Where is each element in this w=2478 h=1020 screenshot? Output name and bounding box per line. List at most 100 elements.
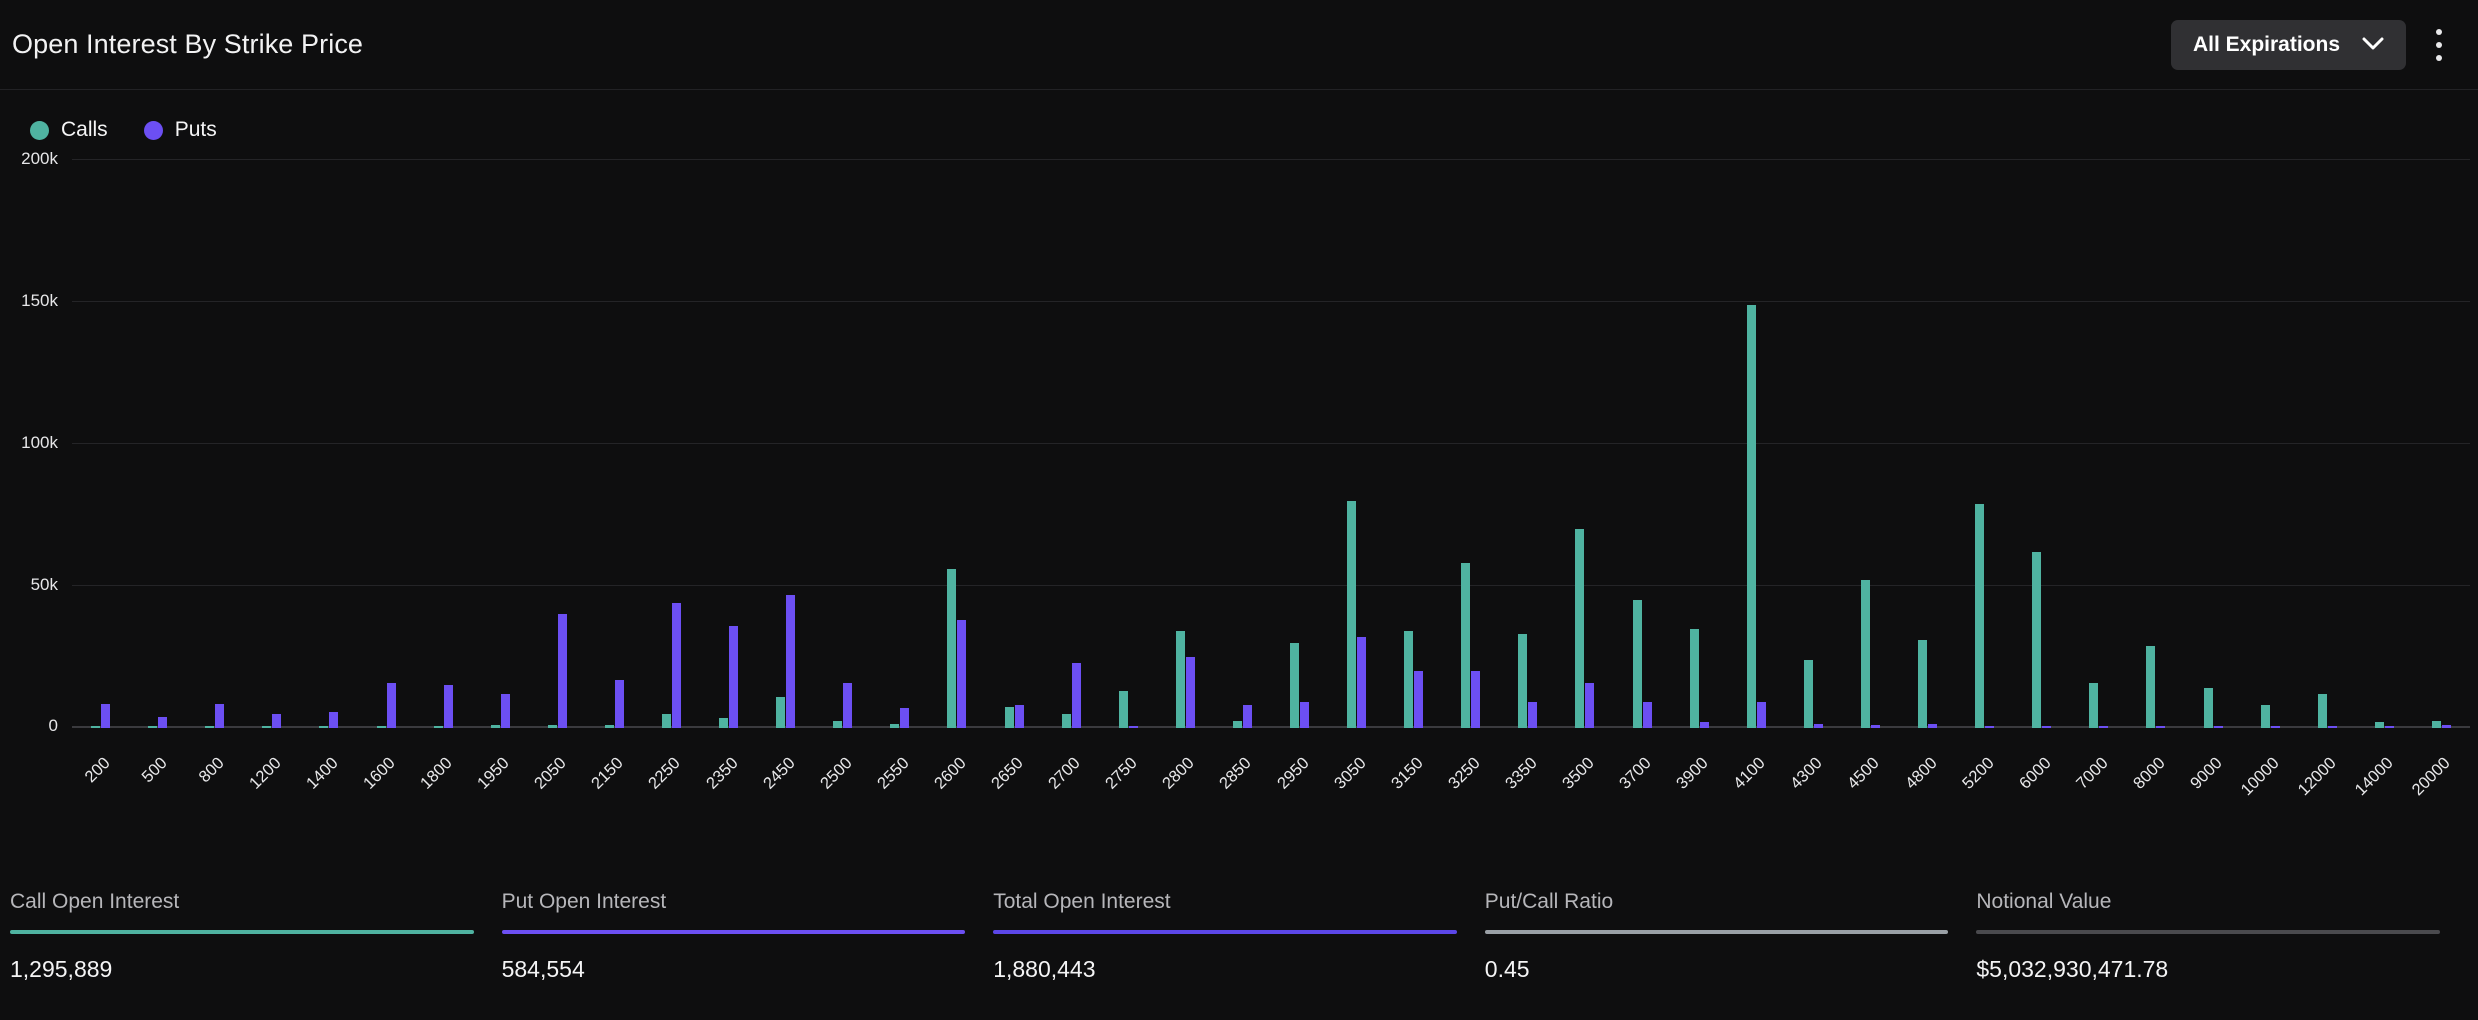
bar-calls[interactable] bbox=[548, 725, 557, 728]
bar-calls[interactable] bbox=[719, 718, 728, 728]
bar-puts[interactable] bbox=[444, 685, 453, 728]
bar-puts[interactable] bbox=[1129, 726, 1138, 728]
legend-item-calls[interactable]: Calls bbox=[30, 118, 108, 142]
bar-puts[interactable] bbox=[1300, 702, 1309, 728]
bar-puts[interactable] bbox=[1186, 657, 1195, 728]
bar-group[interactable] bbox=[700, 160, 757, 728]
bar-group[interactable] bbox=[2184, 160, 2241, 728]
bar-calls[interactable] bbox=[434, 726, 443, 728]
bar-calls[interactable] bbox=[1804, 660, 1813, 728]
bar-puts[interactable] bbox=[1643, 702, 1652, 728]
bar-calls[interactable] bbox=[1975, 504, 1984, 728]
bar-calls[interactable] bbox=[148, 726, 157, 728]
bar-puts[interactable] bbox=[1871, 725, 1880, 728]
bar-group[interactable] bbox=[1271, 160, 1328, 728]
bar-group[interactable] bbox=[1899, 160, 1956, 728]
bar-group[interactable] bbox=[2127, 160, 2184, 728]
bar-puts[interactable] bbox=[2328, 726, 2337, 728]
bar-group[interactable] bbox=[586, 160, 643, 728]
bar-calls[interactable] bbox=[1347, 501, 1356, 728]
bar-group[interactable] bbox=[1614, 160, 1671, 728]
bar-group[interactable] bbox=[1956, 160, 2013, 728]
bar-group[interactable] bbox=[986, 160, 1043, 728]
bar-puts[interactable] bbox=[215, 704, 224, 728]
bar-group[interactable] bbox=[2356, 160, 2413, 728]
bar-group[interactable] bbox=[357, 160, 414, 728]
bar-calls[interactable] bbox=[1119, 691, 1128, 728]
bar-calls[interactable] bbox=[662, 714, 671, 728]
bar-puts[interactable] bbox=[900, 708, 909, 728]
bar-calls[interactable] bbox=[262, 726, 271, 728]
bar-calls[interactable] bbox=[491, 725, 500, 728]
bar-group[interactable] bbox=[1157, 160, 1214, 728]
bar-group[interactable] bbox=[472, 160, 529, 728]
bar-calls[interactable] bbox=[833, 721, 842, 728]
bar-calls[interactable] bbox=[1461, 563, 1470, 728]
bar-calls[interactable] bbox=[377, 726, 386, 728]
bar-calls[interactable] bbox=[1005, 707, 1014, 728]
bar-puts[interactable] bbox=[1243, 705, 1252, 728]
bar-calls[interactable] bbox=[1690, 629, 1699, 728]
bar-group[interactable] bbox=[1671, 160, 1728, 728]
bar-calls[interactable] bbox=[2089, 683, 2098, 728]
bar-calls[interactable] bbox=[605, 725, 614, 728]
bar-calls[interactable] bbox=[1918, 640, 1927, 728]
bar-calls[interactable] bbox=[890, 724, 899, 728]
bar-group[interactable] bbox=[72, 160, 129, 728]
bar-puts[interactable] bbox=[957, 620, 966, 728]
bar-group[interactable] bbox=[2013, 160, 2070, 728]
bar-group[interactable] bbox=[814, 160, 871, 728]
bar-puts[interactable] bbox=[2042, 726, 2051, 728]
bar-group[interactable] bbox=[1043, 160, 1100, 728]
bar-calls[interactable] bbox=[2032, 552, 2041, 728]
bar-puts[interactable] bbox=[2156, 726, 2165, 728]
bar-puts[interactable] bbox=[1928, 724, 1937, 728]
bar-puts[interactable] bbox=[2271, 726, 2280, 728]
bar-puts[interactable] bbox=[158, 717, 167, 728]
bar-puts[interactable] bbox=[1700, 722, 1709, 728]
bar-group[interactable] bbox=[529, 160, 586, 728]
bar-group[interactable] bbox=[1842, 160, 1899, 728]
bar-group[interactable] bbox=[415, 160, 472, 728]
bar-calls[interactable] bbox=[1575, 529, 1584, 728]
bar-group[interactable] bbox=[928, 160, 985, 728]
bar-group[interactable] bbox=[2413, 160, 2470, 728]
bar-calls[interactable] bbox=[205, 726, 214, 728]
bar-puts[interactable] bbox=[2442, 725, 2451, 728]
bar-puts[interactable] bbox=[1015, 705, 1024, 728]
bar-group[interactable] bbox=[1556, 160, 1613, 728]
bar-puts[interactable] bbox=[729, 626, 738, 728]
bar-group[interactable] bbox=[1785, 160, 1842, 728]
bar-group[interactable] bbox=[300, 160, 357, 728]
bar-puts[interactable] bbox=[1528, 702, 1537, 728]
bar-group[interactable] bbox=[643, 160, 700, 728]
bar-calls[interactable] bbox=[1518, 634, 1527, 728]
bar-puts[interactable] bbox=[101, 704, 110, 728]
bar-puts[interactable] bbox=[1814, 724, 1823, 728]
bar-calls[interactable] bbox=[776, 697, 785, 728]
bar-puts[interactable] bbox=[1471, 671, 1480, 728]
bar-calls[interactable] bbox=[2204, 688, 2213, 728]
bar-group[interactable] bbox=[2242, 160, 2299, 728]
bar-puts[interactable] bbox=[1757, 702, 1766, 728]
bar-group[interactable] bbox=[1442, 160, 1499, 728]
bar-calls[interactable] bbox=[1062, 714, 1071, 728]
bar-calls[interactable] bbox=[2261, 705, 2270, 728]
bar-puts[interactable] bbox=[272, 714, 281, 728]
bar-puts[interactable] bbox=[558, 614, 567, 728]
bar-group[interactable] bbox=[1328, 160, 1385, 728]
bar-group[interactable] bbox=[2070, 160, 2127, 728]
bar-puts[interactable] bbox=[2099, 726, 2108, 728]
bar-group[interactable] bbox=[1214, 160, 1271, 728]
bar-calls[interactable] bbox=[947, 569, 956, 728]
bar-puts[interactable] bbox=[387, 683, 396, 728]
bar-puts[interactable] bbox=[1585, 683, 1594, 728]
bar-puts[interactable] bbox=[843, 683, 852, 728]
bar-group[interactable] bbox=[1728, 160, 1785, 728]
bar-puts[interactable] bbox=[1414, 671, 1423, 728]
bar-calls[interactable] bbox=[1290, 643, 1299, 728]
bar-calls[interactable] bbox=[1233, 721, 1242, 728]
bar-group[interactable] bbox=[129, 160, 186, 728]
bar-group[interactable] bbox=[871, 160, 928, 728]
bar-puts[interactable] bbox=[1985, 726, 1994, 728]
